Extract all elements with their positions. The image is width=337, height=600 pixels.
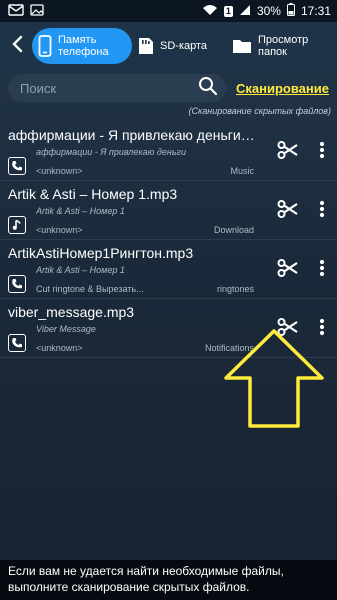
file-title: ArtikAstiНомер1Рингтон.mp3: [8, 245, 194, 261]
battery-percent: 30%: [256, 4, 281, 18]
status-time: 17:31: [300, 4, 331, 18]
item-actions: [254, 244, 331, 296]
status-bar-left: [8, 3, 44, 19]
tab-phone-memory[interactable]: Память телефона: [32, 28, 132, 64]
more-options-icon[interactable]: [319, 259, 325, 282]
item-meta: Artik & Asti – Номер 1 Cut ringtone & Вы…: [36, 264, 254, 297]
scan-button[interactable]: Сканирование: [236, 81, 329, 96]
file-folder: Download: [213, 225, 254, 235]
file-folder: ringtones: [216, 284, 254, 294]
tab-label: Память телефона: [58, 34, 109, 58]
list-item[interactable]: ArtikAstiНомер1Рингтон.mp3 Artik & Asti …: [0, 240, 337, 299]
notification-badge: 1: [223, 5, 233, 17]
item-main: viber_message.mp3 Viber Message <unknown…: [8, 303, 254, 355]
file-artist: аффирмации - Я привлекаю деньги: [36, 147, 186, 157]
battery-icon: [286, 3, 295, 19]
search-icon[interactable]: [198, 76, 218, 101]
image-icon: [30, 3, 44, 19]
item-meta-bottom: <unknown> Download: [36, 222, 254, 238]
signal-icon: [239, 4, 251, 19]
item-actions: [254, 126, 331, 178]
status-bar-right: 1 30% 17:31: [202, 3, 331, 19]
wifi-icon: [202, 4, 218, 19]
file-album: <unknown>: [36, 225, 83, 235]
item-meta: аффирмации - Я привлекаю деньги <unknown…: [36, 146, 254, 179]
item-details: Viber Message <unknown> Notifications: [8, 323, 254, 356]
file-album: <unknown>: [36, 166, 83, 176]
scissors-icon[interactable]: [277, 199, 299, 224]
item-details: аффирмации - Я привлекаю деньги <unknown…: [8, 146, 254, 179]
item-main: аффирмации - Я привлекаю деньги.mp3 аффи…: [8, 126, 258, 179]
file-artist: Artik & Asti – Номер 1: [36, 265, 125, 275]
item-main: Artik & Asti – Номер 1.mp3 Artik & Asti …: [8, 185, 254, 237]
search-row: Сканирование: [0, 72, 337, 104]
phone-icon: [8, 156, 26, 175]
back-button[interactable]: [6, 31, 28, 61]
tab-label: Просмотр папок: [258, 34, 309, 58]
more-options-icon[interactable]: [319, 141, 325, 164]
file-folder: Music: [230, 166, 254, 176]
tab-label: SD-карта: [160, 40, 208, 52]
item-meta-bottom: <unknown> Music: [36, 163, 254, 179]
item-main: ArtikAstiНомер1Рингтон.mp3 Artik & Asti …: [8, 244, 254, 296]
item-actions: [254, 185, 331, 237]
search-input[interactable]: [20, 80, 198, 96]
up-arrow-annotation: [222, 328, 326, 435]
item-meta: Artik & Asti – Номер 1 <unknown> Downloa…: [36, 205, 254, 238]
list-item[interactable]: аффирмации - Я привлекаю деньги.mp3 аффи…: [0, 122, 337, 181]
mail-icon: [8, 3, 24, 19]
item-details: Artik & Asti – Номер 1 Cut ringtone & Вы…: [8, 264, 254, 297]
back-arrow-icon: [11, 35, 23, 58]
file-title: Artik & Asti – Номер 1.mp3: [8, 186, 178, 202]
item-details: Artik & Asti – Номер 1 <unknown> Downloa…: [8, 205, 254, 238]
sd-card-icon: [138, 37, 154, 55]
phone-icon: [8, 333, 26, 352]
phone-icon: [8, 274, 26, 293]
folder-icon: [232, 38, 252, 54]
file-artist: Artik & Asti – Номер 1: [36, 206, 125, 216]
music-note-icon: [8, 215, 26, 234]
item-meta-bottom: Cut ringtone & Вырезать... ringtones: [36, 281, 254, 297]
file-title: аффирмации - Я привлекаю деньги.mp3: [8, 127, 258, 143]
scan-hint: (Сканирование скрытых файлов): [188, 106, 332, 116]
file-album: Cut ringtone & Вырезать...: [36, 284, 144, 294]
more-options-icon[interactable]: [319, 200, 325, 223]
tab-folder-browse[interactable]: Просмотр папок: [232, 28, 328, 64]
scissors-icon[interactable]: [277, 140, 299, 165]
file-album: <unknown>: [36, 343, 83, 353]
file-list: аффирмации - Я привлекаю деньги.mp3 аффи…: [0, 122, 337, 358]
search-box: [8, 74, 226, 102]
toolbar: Память телефона SD-карта Просмотр папок: [0, 22, 337, 70]
file-title: viber_message.mp3: [8, 304, 135, 320]
scissors-icon[interactable]: [277, 258, 299, 283]
phone-icon: [38, 35, 52, 57]
footer-hint: Если вам не удается найти необходимые фа…: [0, 560, 337, 600]
status-bar: 1 30% 17:31: [0, 0, 337, 22]
list-item[interactable]: Artik & Asti – Номер 1.mp3 Artik & Asti …: [0, 181, 337, 240]
tab-sd-card[interactable]: SD-карта: [138, 28, 226, 64]
